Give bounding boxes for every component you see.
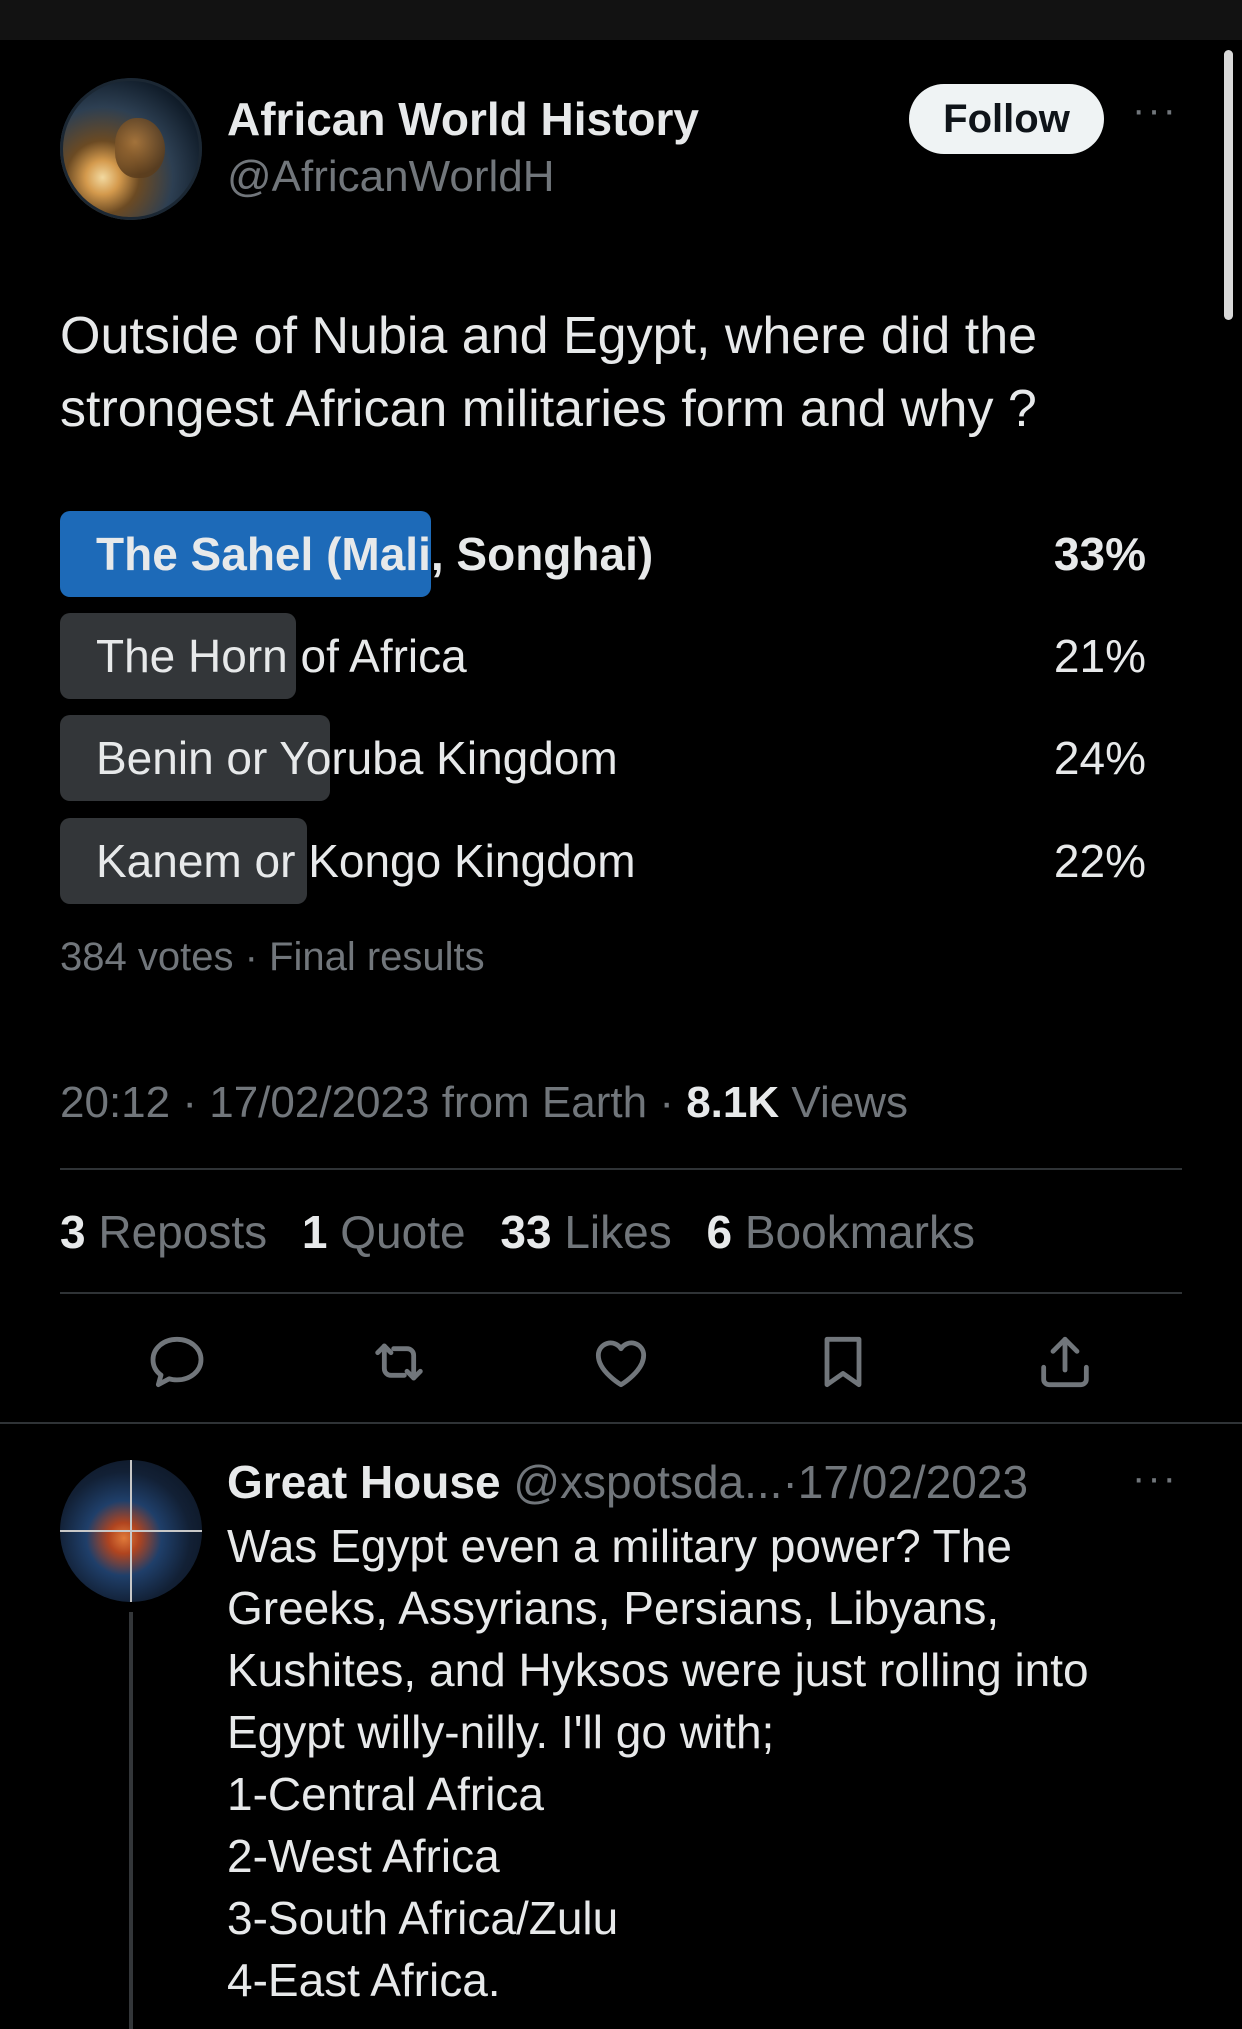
- reply-author-name[interactable]: Great House: [227, 1456, 501, 1508]
- views-count: 8.1K: [686, 1078, 780, 1127]
- poll-option: The Horn of Africa 21%: [60, 613, 1146, 699]
- poll-option-label: The Sahel (Mali, Songhai): [96, 528, 654, 580]
- divider: [60, 1292, 1182, 1294]
- author-handle[interactable]: @AfricanWorldH: [227, 152, 555, 202]
- status-strip: [0, 0, 1242, 40]
- reply-date[interactable]: 17/02/2023: [798, 1456, 1028, 1508]
- poll-summary: 384 votes · Final results: [60, 935, 485, 979]
- tweet-source-text: from Earth: [441, 1078, 648, 1127]
- poll-option-percent: 22%: [1053, 835, 1146, 887]
- reply-line: Greeks, Assyrians, Persians, Libyans,: [227, 1582, 1000, 1634]
- reposts-label: Reposts: [98, 1206, 268, 1258]
- poll-option-label: Benin or Yoruba Kingdom: [96, 732, 618, 784]
- poll-option-label: Kanem or Kongo Kingdom: [96, 835, 636, 887]
- meta-separator: ·: [182, 1078, 210, 1127]
- reply-text: Was Egypt even a military power? The Gre…: [227, 1515, 1157, 2011]
- reply-header: Great House @xspotsda...·17/02/2023: [227, 1455, 1028, 1509]
- reply-line: Egypt willy-nilly. I'll go with;: [227, 1706, 775, 1758]
- reply-author-avatar[interactable]: [60, 1460, 202, 1602]
- poll-option-label: The Horn of Africa: [96, 630, 467, 682]
- quotes-count: 1: [301, 1206, 328, 1258]
- reply-icon[interactable]: [145, 1330, 209, 1394]
- bookmarks-label: Bookmarks: [744, 1206, 975, 1258]
- follow-button[interactable]: Follow: [909, 84, 1104, 154]
- likes-label: Likes: [564, 1206, 672, 1258]
- reply-line: 4-East Africa.: [227, 1954, 501, 2006]
- engagement-stats: 3 Reposts 1 Quote 33 Likes 6 Bookmarks: [60, 1205, 997, 1259]
- reply-line: Was Egypt even a military power? The: [227, 1520, 1012, 1572]
- reply-line: 1-Central Africa: [227, 1768, 545, 1820]
- meta-separator: ·: [782, 1456, 798, 1508]
- poll-option: Kanem or Kongo Kingdom 22%: [60, 818, 1146, 904]
- author-name[interactable]: African World History: [227, 92, 699, 146]
- reposts-stat[interactable]: 3 Reposts: [60, 1206, 267, 1258]
- poll-option-percent: 21%: [1053, 630, 1146, 682]
- reply-line: 2-West Africa: [227, 1830, 500, 1882]
- quotes-label: Quote: [340, 1206, 466, 1258]
- poll-option: Benin or Yoruba Kingdom 24%: [60, 715, 1146, 801]
- repost-icon[interactable]: [367, 1330, 431, 1394]
- reply-line: 3-South Africa/Zulu: [227, 1892, 619, 1944]
- section-divider: [0, 1422, 1242, 1424]
- tweet-text: Outside of Nubia and Egypt, where did th…: [60, 307, 1038, 438]
- tweet-date[interactable]: 17/02/2023: [209, 1078, 429, 1127]
- more-options-icon[interactable]: ···: [1132, 88, 1178, 133]
- poll-option-percent: 33%: [1053, 528, 1146, 580]
- bookmarks-count: 6: [706, 1206, 733, 1258]
- scrollbar[interactable]: [1224, 50, 1233, 320]
- reply-more-options-icon[interactable]: ···: [1132, 1456, 1178, 1501]
- like-icon[interactable]: [589, 1330, 653, 1394]
- tweet-meta: 20:12 · 17/02/2023 from Earth · 8.1K Vie…: [60, 1078, 908, 1128]
- likes-count: 33: [500, 1206, 552, 1258]
- thread-line: [129, 1612, 133, 2029]
- author-avatar[interactable]: [60, 78, 202, 220]
- tweet-time[interactable]: 20:12: [60, 1078, 170, 1127]
- poll-option-percent: 24%: [1053, 732, 1146, 784]
- likes-stat[interactable]: 33 Likes: [500, 1206, 671, 1258]
- reposts-count: 3: [60, 1206, 86, 1258]
- divider: [60, 1168, 1182, 1170]
- poll-option: The Sahel (Mali, Songhai) 33%: [60, 511, 1146, 597]
- reply-line: Kushites, and Hyksos were just rolling i…: [227, 1644, 1089, 1696]
- quotes-stat[interactable]: 1 Quote: [302, 1206, 466, 1258]
- bookmark-icon[interactable]: [811, 1330, 875, 1394]
- share-icon[interactable]: [1033, 1330, 1097, 1394]
- reply-author-handle[interactable]: @xspotsda...: [513, 1456, 782, 1508]
- bookmarks-stat[interactable]: 6 Bookmarks: [707, 1206, 975, 1258]
- views-label: Views: [791, 1078, 908, 1127]
- meta-separator: ·: [659, 1078, 687, 1127]
- tweet-source: from Earth: [442, 1078, 647, 1127]
